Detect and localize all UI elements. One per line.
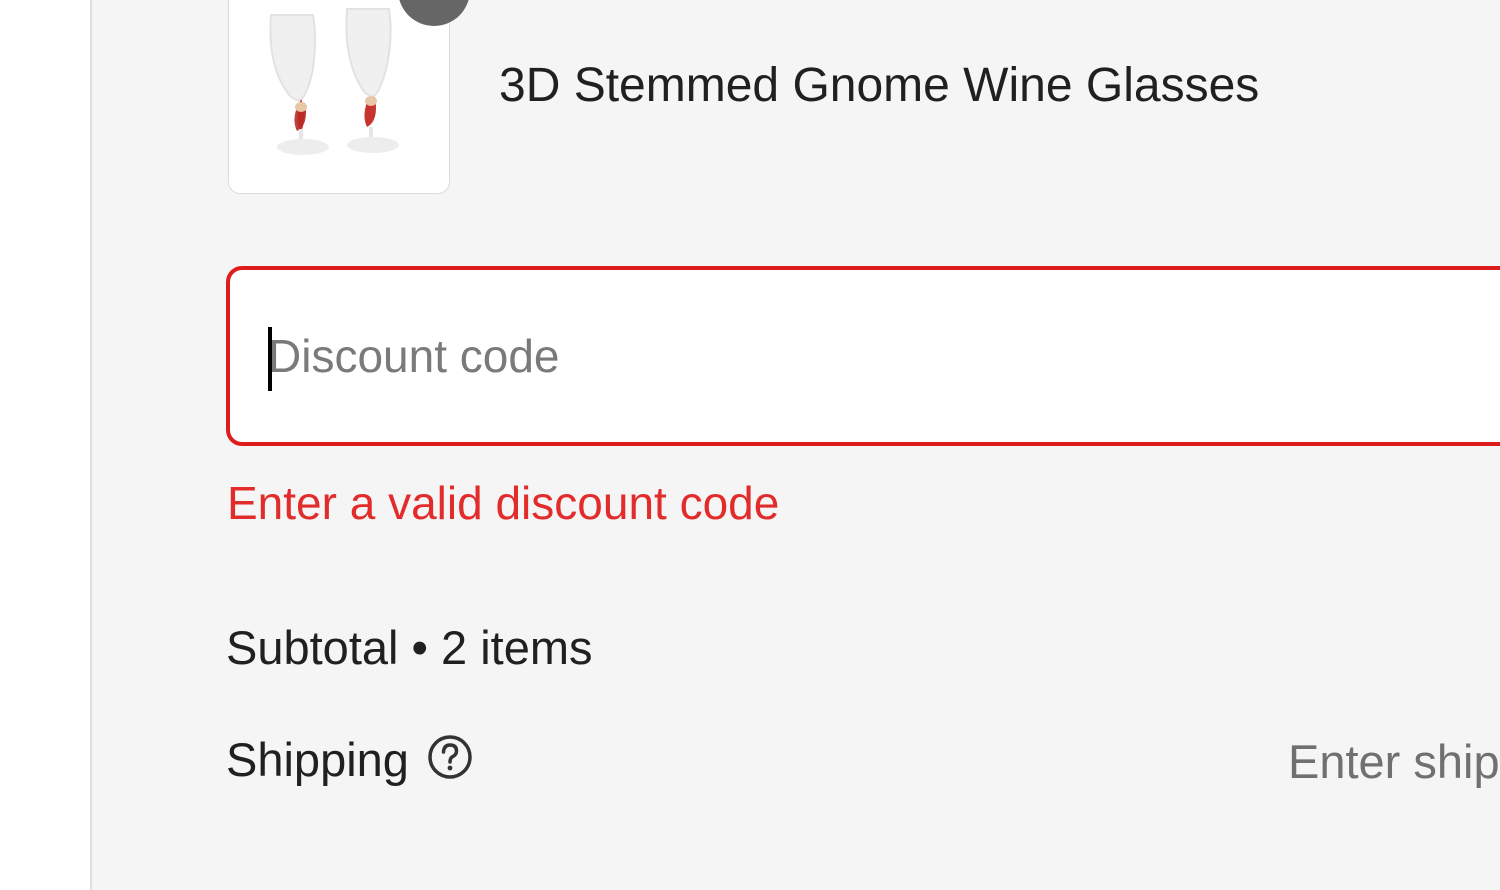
wine-glasses-image: [269, 8, 399, 155]
checkout-main-area: [0, 0, 90, 890]
product-name: 3D Stemmed Gnome Wine Glasses: [499, 59, 1260, 112]
discount-code-field[interactable]: [226, 266, 1500, 446]
shipping-label: Shipping: [226, 733, 409, 786]
product-thumbnail: [228, 0, 450, 194]
discount-code-input[interactable]: [268, 318, 1468, 394]
question-circle-icon[interactable]: [427, 734, 473, 780]
shipping-row: Shipping: [226, 732, 473, 787]
subtotal-label: Subtotal • 2 items: [226, 621, 593, 674]
order-summary-panel: 3D Stemmed Gnome Wine Glasses Enter a va…: [92, 0, 1500, 890]
shipping-value: Enter ship: [1288, 735, 1500, 788]
text-cursor: [268, 327, 272, 391]
discount-error-message: Enter a valid discount code: [227, 477, 780, 529]
